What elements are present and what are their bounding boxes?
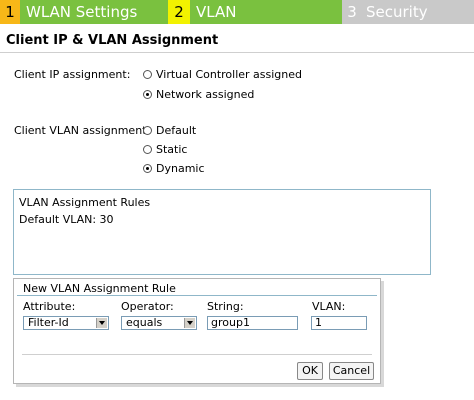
attribute-label: Attribute: bbox=[23, 300, 76, 313]
step-wlan-settings[interactable]: 1 WLAN Settings bbox=[0, 0, 168, 24]
step-number: 3 bbox=[347, 3, 357, 21]
vlan-rules-box: VLAN Assignment Rules Default VLAN: 30 bbox=[13, 189, 431, 275]
radio-network-assigned[interactable]: Network assigned bbox=[143, 88, 254, 101]
attribute-value: Filter-Id bbox=[28, 316, 69, 329]
step-number: 2 bbox=[168, 0, 190, 24]
radio-label: Network assigned bbox=[156, 88, 255, 101]
radio-label: Default bbox=[156, 124, 197, 137]
step-security[interactable]: 3 Security bbox=[342, 0, 474, 24]
dialog-title-divider bbox=[17, 295, 377, 296]
chevron-down-icon[interactable] bbox=[96, 318, 107, 328]
radio-default[interactable]: Default bbox=[143, 124, 196, 137]
radio-button[interactable] bbox=[143, 164, 152, 173]
radio-button[interactable] bbox=[143, 90, 152, 99]
operator-label: Operator: bbox=[121, 300, 174, 313]
default-vlan-text: Default VLAN: 30 bbox=[19, 213, 114, 226]
radio-label: Static bbox=[156, 143, 188, 156]
step-vlan[interactable]: 2 VLAN bbox=[168, 0, 342, 24]
operator-value: equals bbox=[126, 316, 163, 329]
step-label: WLAN Settings bbox=[26, 3, 138, 21]
vlan-label: VLAN: bbox=[312, 300, 346, 313]
step-label: VLAN bbox=[196, 3, 237, 21]
radio-button[interactable] bbox=[143, 126, 152, 135]
dialog-title: New VLAN Assignment Rule bbox=[23, 282, 176, 295]
string-input[interactable]: group1 bbox=[207, 316, 298, 330]
chevron-down-icon[interactable] bbox=[184, 318, 195, 328]
vlan-rules-title: VLAN Assignment Rules bbox=[19, 196, 151, 209]
radio-button[interactable] bbox=[143, 70, 152, 79]
vlan-input[interactable]: 1 bbox=[311, 316, 367, 330]
cancel-button[interactable]: Cancel bbox=[329, 362, 374, 380]
radio-static[interactable]: Static bbox=[143, 143, 187, 156]
radio-dynamic[interactable]: Dynamic bbox=[143, 162, 205, 175]
radio-virtual-controller-assigned[interactable]: Virtual Controller assigned bbox=[143, 68, 302, 81]
step-number: 1 bbox=[0, 0, 20, 24]
ok-button[interactable]: OK bbox=[297, 362, 323, 380]
string-label: String: bbox=[207, 300, 244, 313]
vlan-value: 1 bbox=[315, 316, 322, 329]
string-value: group1 bbox=[211, 316, 250, 329]
section-title: Client IP & VLAN Assignment bbox=[6, 33, 219, 48]
wizard-steps: 1 WLAN Settings 2 VLAN 3 Security bbox=[0, 0, 474, 24]
step-label: Security bbox=[366, 3, 428, 21]
operator-dropdown[interactable]: equals bbox=[121, 316, 197, 330]
attribute-dropdown[interactable]: Filter-Id bbox=[23, 316, 109, 330]
client-ip-label: Client IP assignment: bbox=[14, 68, 131, 81]
new-rule-dialog: New VLAN Assignment Rule Attribute: Oper… bbox=[13, 278, 381, 384]
radio-button[interactable] bbox=[143, 145, 152, 154]
client-vlan-label: Client VLAN assignment: bbox=[14, 124, 151, 137]
radio-label: Dynamic bbox=[156, 162, 205, 175]
radio-label: Virtual Controller assigned bbox=[156, 68, 303, 81]
dialog-button-divider bbox=[22, 354, 372, 355]
section-divider bbox=[0, 52, 474, 53]
